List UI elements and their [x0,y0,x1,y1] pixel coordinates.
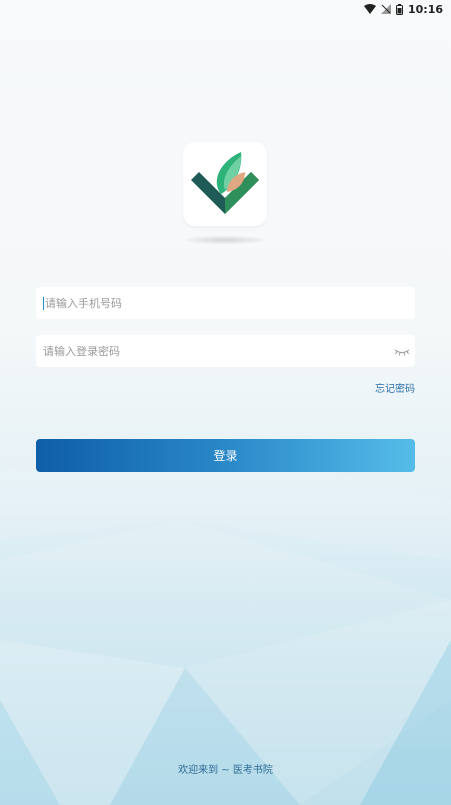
app-logo-icon [191,152,259,214]
status-time: 10:16 [407,2,443,16]
text-cursor [43,296,44,310]
app-logo [183,142,267,226]
phone-input[interactable] [45,287,365,319]
background-geometry [0,440,451,805]
eye-closed-icon[interactable] [394,344,410,358]
password-field[interactable] [36,335,415,367]
password-input[interactable] [43,335,363,367]
login-button[interactable]: 登录 [36,439,415,472]
phone-field[interactable] [36,287,415,319]
status-bar: 10:16 [0,0,451,18]
footer-welcome-text: 欢迎来到 ~ 医考书院 [178,765,273,776]
signal-icon [380,4,391,14]
battery-icon [395,3,403,15]
logo-shadow [186,236,264,244]
wifi-icon [363,4,376,14]
forgot-password-link[interactable]: 忘记密码 [375,380,415,395]
